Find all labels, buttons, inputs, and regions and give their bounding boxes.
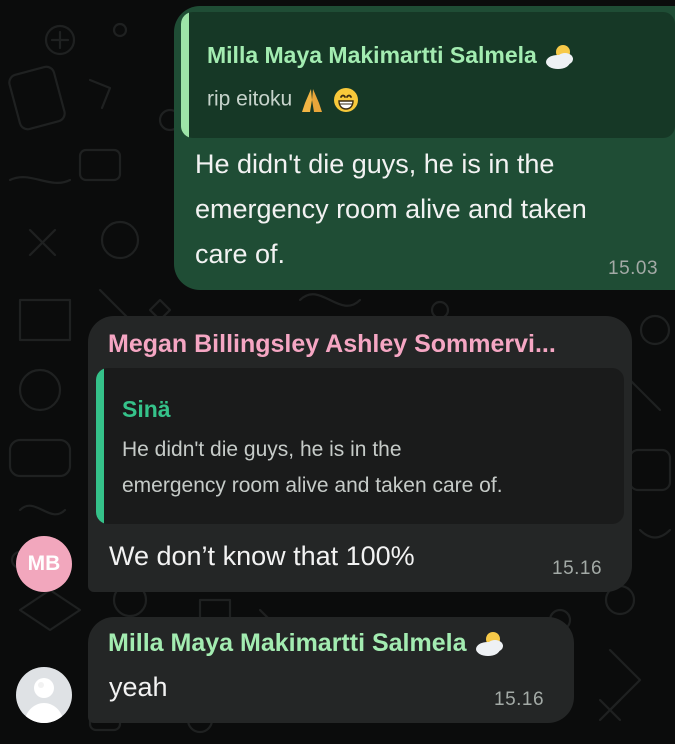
outgoing-message-bubble[interactable]: Milla Maya Makimartti Salmela rip eitoku… [174,6,675,290]
message-timestamp: 15.16 [552,558,603,579]
quoted-author-name: Milla Maya Makimartti Salmela [207,42,577,72]
quoted-message[interactable]: Milla Maya Makimartti Salmela rip eitoku [181,12,675,138]
incoming-message-bubble[interactable]: Megan Billingsley Ashley Sommervi... Sin… [88,316,632,592]
incoming-message-bubble[interactable]: Milla Maya Makimartti Salmela yeah 15.16 [88,617,574,723]
quoted-author-name: Sinä [122,396,171,422]
quoted-text: He didn't die guys, he is in the emergen… [122,438,503,497]
message-timestamp: 15.03 [608,258,659,279]
quoted-message[interactable]: Sinä He didn't die guys, he is in the em… [96,368,624,524]
sun-behind-cloud-icon [476,632,504,657]
quote-accent-bar [181,12,189,138]
sender-name: Milla Maya Makimartti Salmela [108,629,507,659]
message-text: yeah [109,672,168,702]
quoted-text: rip eitoku [207,86,360,114]
avatar[interactable]: MB [16,536,72,592]
message-timestamp: 15.16 [494,689,545,710]
message-text: We don’t know that 100% [109,541,415,571]
default-avatar-icon[interactable] [16,667,72,723]
grinning-face-icon [333,88,358,112]
sender-name: Megan Billingsley Ashley Sommervi... [108,330,556,358]
quote-accent-bar [96,368,104,524]
message-text: He didn't die guys, he is in the emergen… [195,149,587,269]
sun-behind-cloud-icon [546,45,574,69]
folded-hands-icon [302,89,323,112]
